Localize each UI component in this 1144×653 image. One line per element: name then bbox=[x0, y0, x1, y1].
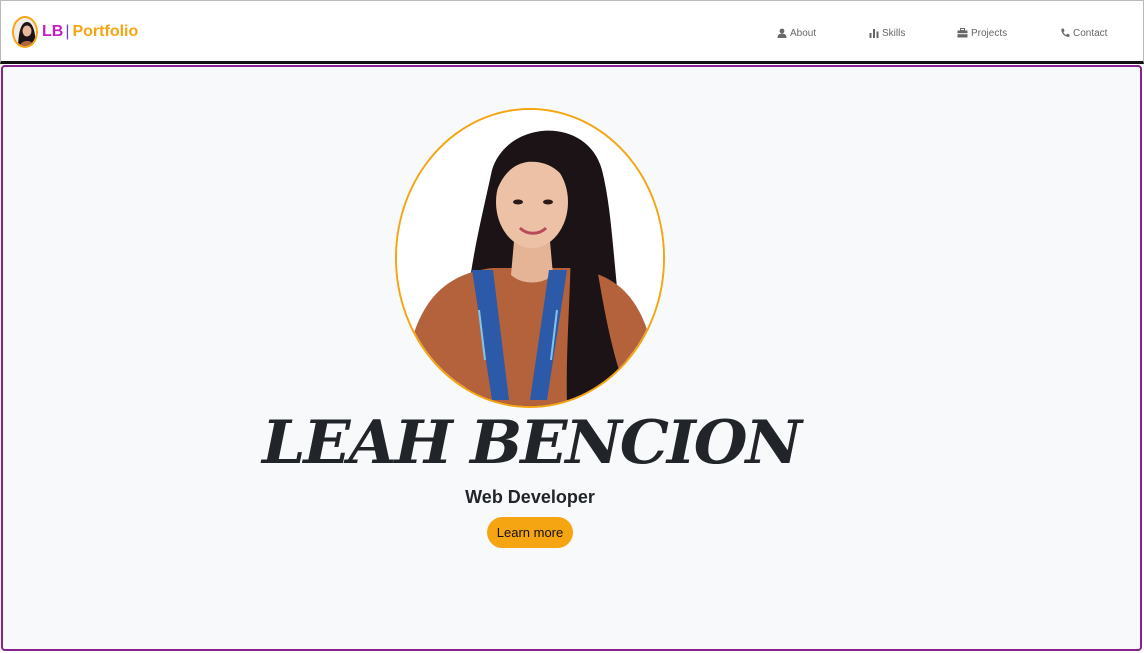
nav-item-label: Skills bbox=[882, 27, 906, 39]
nav-item-projects[interactable]: Projects bbox=[957, 25, 1007, 41]
bar-chart-icon bbox=[869, 29, 879, 38]
phone-icon bbox=[1061, 28, 1070, 37]
brand-avatar bbox=[12, 16, 38, 48]
nav-item-label: About bbox=[790, 27, 817, 39]
learn-more-button[interactable]: Learn more bbox=[487, 517, 573, 548]
brand-logo-link[interactable]: LB | Portfolio bbox=[12, 15, 138, 49]
hero-role: Web Developer bbox=[465, 487, 595, 507]
brand-title: Portfolio bbox=[72, 23, 139, 40]
brand-text: LB | Portfolio bbox=[42, 23, 138, 41]
hero-section: LEAH BENCION Web Developer Learn more bbox=[1, 65, 1142, 651]
nav-item-label: Contact bbox=[1073, 27, 1108, 39]
brand-initials: LB bbox=[42, 23, 64, 40]
briefcase-icon bbox=[957, 28, 968, 38]
nav-item-skills[interactable]: Skills bbox=[869, 25, 905, 41]
navbar: LB | Portfolio About Skills Projects Conta… bbox=[0, 0, 1144, 64]
nav-item-contact[interactable]: Contact bbox=[1060, 25, 1107, 41]
nav-item-label: Projects bbox=[971, 27, 1008, 39]
profile-photo bbox=[395, 108, 665, 408]
nav-item-about[interactable]: About bbox=[777, 25, 816, 41]
profile-photo-image bbox=[397, 110, 663, 406]
brand-avatar-photo bbox=[14, 18, 36, 46]
user-icon bbox=[777, 28, 787, 38]
brand-separator: | bbox=[65, 23, 70, 40]
hero-name: LEAH BENCION bbox=[262, 408, 802, 478]
